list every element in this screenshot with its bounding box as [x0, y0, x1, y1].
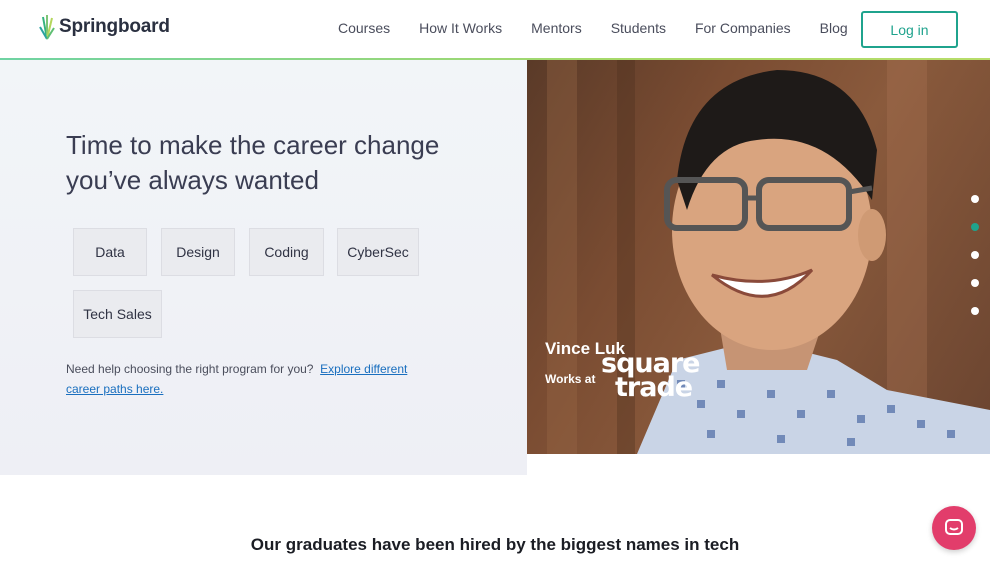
brand-logo[interactable]: Springboard [38, 13, 170, 41]
chat-button[interactable] [932, 506, 976, 550]
hero-title: Time to make the career change you’ve al… [66, 130, 440, 195]
login-button[interactable]: Log in [861, 11, 958, 48]
works-at-label: Works at [545, 372, 596, 386]
chip-design[interactable]: Design [161, 228, 235, 276]
nav-courses[interactable]: Courses [338, 20, 390, 36]
nav-students[interactable]: Students [611, 20, 666, 36]
nav-blog[interactable]: Blog [820, 20, 848, 36]
company-logo-line2: trade [615, 372, 693, 403]
carousel-dots [971, 195, 979, 335]
help-text-label: Need help choosing the right program for… [66, 362, 314, 376]
nav-for-companies[interactable]: For Companies [695, 20, 791, 36]
hero-spacer [527, 454, 990, 475]
brand-name: Springboard [59, 16, 170, 37]
nav-how-it-works[interactable]: How It Works [419, 20, 502, 36]
carousel-dot[interactable] [971, 195, 979, 203]
help-text: Need help choosing the right program for… [66, 359, 411, 399]
carousel-dot-active[interactable] [971, 223, 979, 231]
carousel-dot[interactable] [971, 279, 979, 287]
nav-mentors[interactable]: Mentors [531, 20, 582, 36]
springboard-leaf-icon [39, 15, 55, 40]
chat-bubble-icon [945, 519, 963, 535]
chip-data[interactable]: Data [73, 228, 147, 276]
site-header: Springboard Courses How It Works Mentors… [0, 0, 990, 59]
carousel-dot[interactable] [971, 307, 979, 315]
chip-coding[interactable]: Coding [249, 228, 324, 276]
main-nav: Courses How It Works Mentors Students Fo… [338, 20, 877, 36]
company-logo: square trade [601, 350, 700, 403]
chip-tech-sales[interactable]: Tech Sales [73, 290, 162, 338]
chip-cybersec[interactable]: CyberSec [337, 228, 419, 276]
testimonial-photo [527, 60, 990, 454]
carousel-dot[interactable] [971, 251, 979, 259]
person-illustration [637, 70, 990, 454]
section-title: Our graduates have been hired by the big… [250, 535, 740, 554]
